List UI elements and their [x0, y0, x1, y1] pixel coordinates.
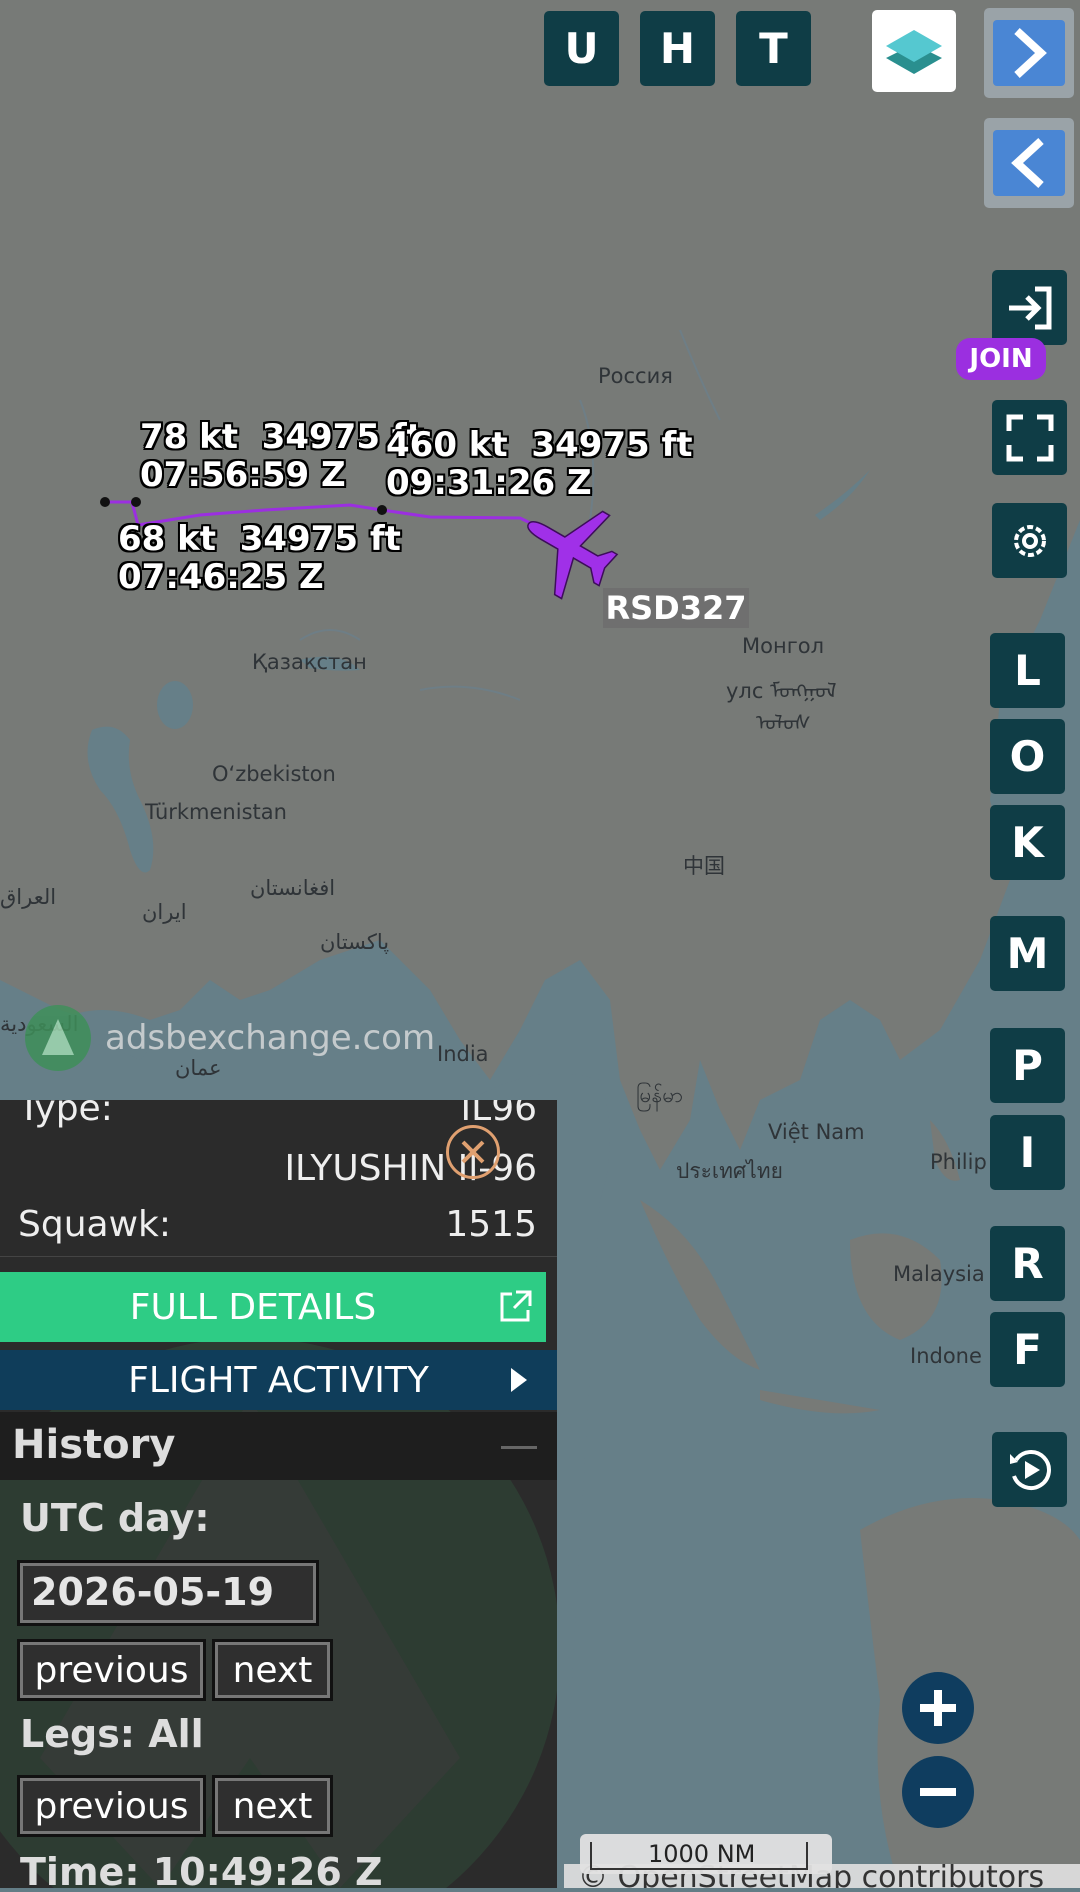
collapse-icon[interactable]: [501, 1446, 537, 1449]
legs-label: Legs: All: [20, 1712, 204, 1756]
scale-bar: 1000 NM: [580, 1834, 832, 1874]
map-label-afghanistan: افغانستان: [250, 876, 336, 900]
button-k[interactable]: K: [990, 805, 1065, 880]
full-details-label: FULL DETAILS: [129, 1286, 377, 1328]
layers-button[interactable]: [872, 10, 956, 92]
day-previous-button[interactable]: previous: [17, 1639, 206, 1701]
external-link-icon: [500, 1290, 532, 1322]
fullscreen-icon: [1006, 414, 1053, 461]
fullscreen-button[interactable]: [992, 400, 1067, 475]
button-r[interactable]: R: [990, 1226, 1065, 1301]
join-badge[interactable]: JOIN: [956, 338, 1046, 380]
map-label-philippines: Philip: [930, 1150, 987, 1174]
button-t[interactable]: T: [736, 11, 811, 86]
full-details-button[interactable]: FULL DETAILS: [0, 1272, 546, 1342]
map-label-mongolia: Монгол: [742, 634, 825, 658]
button-o[interactable]: O: [990, 719, 1065, 794]
time-label: Time: 10:49:26 Z: [20, 1850, 383, 1888]
watermark-text: adsbexchange.com: [105, 1018, 436, 1058]
aircraft-info-panel[interactable]: Type: IL96 ILYUSHIN Il-96 Squawk: 1515 F…: [0, 1100, 557, 1888]
track-label-speed-alt: 460 kt 34975 ft: [386, 425, 693, 465]
adsbexchange-logo: [25, 1005, 91, 1071]
track-label-time: 07:46:25 Z: [118, 557, 324, 597]
settings-button[interactable]: [992, 503, 1067, 578]
button-i[interactable]: I: [990, 1115, 1065, 1190]
squawk-label: Squawk:: [18, 1204, 171, 1245]
watermark: adsbexchange.com: [25, 1005, 435, 1071]
login-icon: [1008, 286, 1051, 329]
track-label: 78 kt 34975 ft 07:56:59 Z: [140, 418, 423, 494]
history-header[interactable]: History: [0, 1412, 557, 1480]
chevron-right-icon: [511, 1368, 527, 1392]
back-button[interactable]: [984, 118, 1074, 208]
utc-day-label: UTC day:: [20, 1496, 210, 1540]
day-next-button[interactable]: next: [212, 1639, 333, 1701]
map-label-kazakhstan: Қазақстан: [252, 650, 367, 674]
map-label-vietnam: Việt Nam: [768, 1120, 865, 1144]
map-label-myanmar: မြန်မာ: [636, 1083, 684, 1107]
flight-activity-label: FLIGHT ACTIVITY: [128, 1359, 429, 1401]
utc-day-input[interactable]: 2026-05-19: [17, 1560, 319, 1626]
zoom-in-button[interactable]: [902, 1672, 974, 1744]
map-label-uzbekistan: O‘zbekiston: [212, 762, 336, 786]
login-button[interactable]: [992, 270, 1067, 345]
map-label-russia: Россия: [598, 364, 673, 388]
map-label-thailand: ประเทศไทย: [676, 1159, 783, 1183]
map-label-india: India: [437, 1042, 489, 1066]
button-u[interactable]: U: [544, 11, 619, 86]
history-title: History: [12, 1422, 176, 1468]
close-icon: [461, 1140, 485, 1164]
aircraft-callsign-label[interactable]: RSD327: [603, 588, 749, 628]
map-label-china: 中国: [683, 854, 725, 878]
scale-label: 1000 NM: [648, 1840, 756, 1868]
plus-icon: [920, 1690, 956, 1726]
squawk-value: 1515: [445, 1204, 537, 1245]
button-l[interactable]: L: [990, 633, 1065, 708]
forward-button[interactable]: [984, 8, 1074, 98]
replay-icon: [1009, 1449, 1051, 1490]
map-label-indonesia: Indone: [910, 1344, 982, 1368]
track-point: [131, 497, 141, 507]
leg-previous-button[interactable]: previous: [17, 1775, 206, 1837]
leg-next-button[interactable]: next: [212, 1775, 333, 1837]
track-label: 460 kt 34975 ft 09:31:26 Z: [386, 426, 693, 502]
button-p[interactable]: P: [990, 1028, 1065, 1103]
track-label-speed-alt: 68 kt 34975 ft: [118, 519, 401, 559]
chevron-left-icon: [1011, 138, 1044, 188]
squawk-row: Squawk: 1515: [0, 1200, 557, 1257]
replay-button[interactable]: [992, 1432, 1067, 1507]
map-label-mongolia-3: ᠤᠯᠤᠰ: [756, 711, 811, 735]
track-label: 68 kt 34975 ft 07:46:25 Z: [118, 520, 401, 596]
layers-icon: [886, 30, 942, 74]
type-label: Type:: [18, 1100, 113, 1129]
button-m[interactable]: M: [990, 916, 1065, 991]
minus-icon: [920, 1788, 956, 1796]
track-point: [100, 497, 110, 507]
flight-activity-button[interactable]: FLIGHT ACTIVITY: [0, 1350, 557, 1410]
button-h[interactable]: H: [640, 11, 715, 86]
map-label-pakistan: پاکستان: [320, 930, 390, 954]
close-button[interactable]: [446, 1125, 500, 1179]
map-label-turkmenistan: Türkmenistan: [145, 800, 287, 824]
track-label-time: 07:56:59 Z: [140, 455, 346, 495]
button-f[interactable]: F: [990, 1312, 1065, 1387]
map-label-iran: ایران: [142, 900, 187, 924]
track-point: [377, 505, 387, 515]
gear-icon: [1013, 524, 1046, 557]
chevron-right-icon: [1014, 28, 1047, 78]
track-label-speed-alt: 78 kt 34975 ft: [140, 417, 423, 457]
zoom-out-button[interactable]: [902, 1756, 974, 1828]
track-label-time: 09:31:26 Z: [386, 463, 592, 503]
map-label-malaysia: Malaysia: [893, 1262, 985, 1286]
map-label-iraq: العراق: [0, 885, 57, 909]
